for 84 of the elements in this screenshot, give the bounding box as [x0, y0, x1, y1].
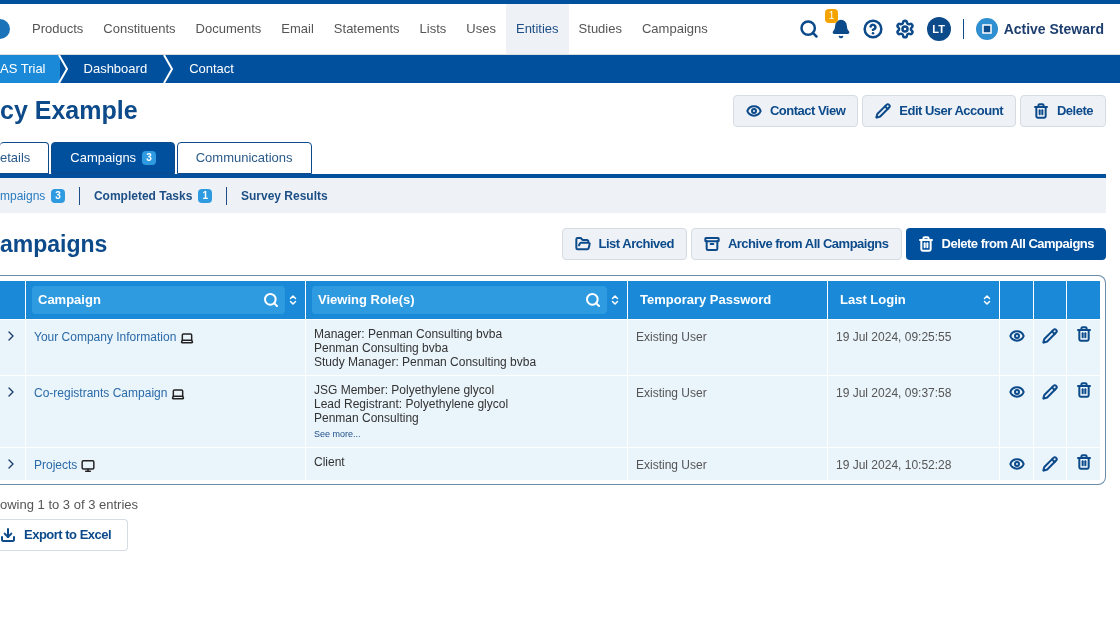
sub-tab[interactable]: Survey Results	[240, 186, 328, 205]
sub-tab[interactable]: mpaigns 3	[0, 186, 65, 205]
role-text: JSG Member: Polyethylene glycol	[314, 383, 496, 397]
monitor-icon	[81, 458, 96, 473]
export-button[interactable]: Export to Excel	[0, 518, 129, 551]
nav-item[interactable]: Entities	[505, 4, 569, 54]
view-icon[interactable]	[1008, 328, 1025, 344]
role-text: Penman Consulting bvba	[314, 341, 450, 355]
brand-name: Active Steward	[1003, 19, 1104, 39]
help-icon[interactable]	[862, 19, 883, 39]
count-badge: 3	[142, 151, 156, 165]
bell-icon[interactable]	[830, 19, 851, 39]
section-heading: ampaigns	[0, 229, 108, 259]
delete-icon[interactable]	[1075, 382, 1092, 398]
table-cell: 19 Jul 2024, 10:52:28	[836, 458, 952, 472]
count-badge: 3	[51, 188, 65, 203]
column-header[interactable]: Last Login	[834, 286, 979, 314]
edit-icon[interactable]	[1042, 384, 1058, 400]
tab[interactable]: Campaigns 3	[51, 142, 175, 174]
eye-icon	[745, 103, 762, 119]
tab[interactable]: etails	[0, 142, 50, 174]
download-icon	[0, 526, 16, 543]
nav-item[interactable]: Constituents	[93, 4, 186, 54]
nav-item[interactable]: Statements	[323, 4, 410, 54]
folder-icon	[574, 236, 591, 252]
settings-icon[interactable]	[894, 19, 915, 39]
table-cell: 19 Jul 2024, 09:25:55	[836, 330, 952, 344]
role-text: Lead Registrant: Polyethylene glycol	[314, 397, 510, 411]
page-title: cy Example	[0, 95, 138, 127]
view-icon[interactable]	[1008, 456, 1025, 472]
search-icon[interactable]	[798, 19, 819, 39]
table-cell: Existing User	[636, 386, 707, 400]
campaign-link[interactable]: Co-registrants Campaign	[34, 386, 168, 400]
see-more-link[interactable]: See more...	[314, 427, 619, 441]
sort-icon[interactable]	[981, 292, 993, 308]
breadcrumb-item[interactable]: AS Trial	[0, 55, 60, 83]
pencil-icon	[875, 103, 892, 119]
breadcrumb-item[interactable]: Dashboard	[65, 55, 166, 83]
sub-tab[interactable]: Completed Tasks 1	[93, 186, 212, 205]
action-button[interactable]: Edit User Account	[862, 95, 1016, 127]
nav-item[interactable]: Uses	[456, 4, 506, 54]
archive-icon	[703, 236, 720, 252]
action-button[interactable]: Delete from All Campaigns	[905, 228, 1106, 260]
nav-item[interactable]: Campaigns	[632, 4, 718, 54]
tab[interactable]: Communications	[176, 142, 312, 174]
column-header[interactable]: Temporary Password	[634, 286, 821, 314]
role-text: Client	[314, 455, 346, 469]
nav-item[interactable]: Documents	[185, 4, 272, 54]
action-button[interactable]: Delete	[1019, 95, 1106, 127]
role-text: Study Manager: Penman Consulting bvba	[314, 355, 538, 369]
nav-item[interactable]: Products	[22, 4, 94, 54]
entries-info: owing 1 to 3 of 3 entries	[0, 496, 140, 514]
role-text: Penman Consulting	[314, 411, 420, 425]
action-button[interactable]: Archive from All Campaigns	[690, 228, 902, 260]
delete-icon[interactable]	[1075, 454, 1092, 470]
action-button[interactable]: Contact View	[732, 95, 859, 127]
trash-icon	[1032, 103, 1049, 119]
nav-item[interactable]: Email	[271, 4, 324, 54]
breadcrumb-item[interactable]: Contact	[171, 55, 252, 83]
nav-item[interactable]: Studies	[568, 4, 632, 54]
table-cell: Existing User	[636, 330, 707, 344]
edit-icon[interactable]	[1042, 328, 1058, 344]
user-avatar[interactable]: LT	[926, 17, 951, 41]
role-text: Manager: Penman Consulting bvba	[314, 327, 504, 341]
chevron-icon	[163, 55, 174, 83]
count-badge: 1	[198, 188, 212, 203]
laptop-icon	[171, 386, 186, 401]
laptop-icon	[180, 330, 195, 345]
logo-icon[interactable]	[0, 19, 10, 39]
campaign-link[interactable]: Your Company Information	[34, 330, 177, 344]
sort-icon[interactable]	[287, 292, 299, 308]
action-button[interactable]: List Archived	[561, 228, 687, 260]
nav-item[interactable]: Lists	[409, 4, 457, 54]
brand-logo-icon	[975, 18, 998, 40]
sort-icon[interactable]	[609, 292, 621, 308]
edit-icon[interactable]	[1042, 456, 1058, 472]
notification-badge: 1	[824, 9, 839, 23]
view-icon[interactable]	[1008, 384, 1025, 400]
table-cell: Existing User	[636, 458, 707, 472]
delete-icon[interactable]	[1075, 326, 1092, 342]
campaign-link[interactable]: Projects	[34, 458, 78, 472]
table-cell: 19 Jul 2024, 09:37:58	[836, 386, 952, 400]
chevron-icon	[57, 55, 68, 83]
trash-icon	[917, 236, 934, 252]
